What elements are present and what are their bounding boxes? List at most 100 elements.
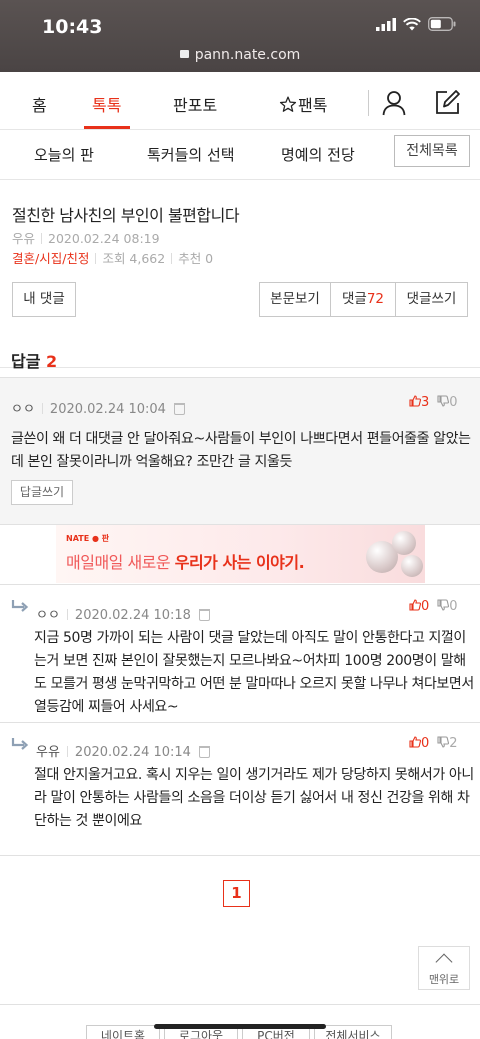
chevron-up-icon: [435, 953, 453, 971]
comment-author[interactable]: ㅇㅇ: [36, 608, 60, 623]
battery-icon: [428, 17, 456, 31]
sub-nav: 오늘의 판 톡커들의 선택 명예의 전당 전체목록: [0, 130, 480, 180]
star-icon: [279, 95, 297, 112]
comment-date: 2020.02.24 10:04: [49, 402, 166, 417]
comment-votes: 00: [409, 599, 458, 614]
comment-date: 2020.02.24 10:18: [74, 608, 191, 623]
subnav-hall-of-fame[interactable]: 명예의 전당: [281, 144, 355, 165]
action-button-row: 내 댓글 본문보기 댓글72 댓글쓰기: [0, 270, 480, 368]
url-bar[interactable]: pann.nate.com: [0, 47, 480, 63]
main-tabs: 홈 톡톡 판포토 팬톡: [0, 72, 480, 130]
ad-text-plain: 매일매일 새로운: [66, 553, 175, 572]
thumbs-up-icon: [409, 395, 422, 407]
article-date: 2020.02.24 08:19: [48, 231, 160, 246]
lock-icon: [179, 50, 189, 58]
thumbs-up-button[interactable]: 3: [409, 395, 429, 410]
tab-home[interactable]: 홈: [32, 92, 47, 116]
status-bar: 10:43 pann.nate.com: [0, 0, 480, 72]
comment-author[interactable]: 우유: [36, 745, 60, 760]
replies-label: 답글: [11, 352, 41, 371]
ad-image[interactable]: NATE ● 판 매일매일 새로운 우리가 사는 이야기.: [56, 525, 425, 583]
thumbs-up-icon: [409, 599, 422, 611]
delete-icon[interactable]: [198, 746, 210, 758]
thumbs-down-icon: [437, 599, 450, 611]
pearl-decoration: [401, 555, 423, 577]
comment-text: 지금 50명 가까이 되는 사람이 댓글 달았는데 아직도 말이 안통한다고 지…: [34, 630, 474, 715]
wifi-icon: [403, 17, 421, 30]
article-meta: 우유 2020.02.24 08:19: [12, 228, 160, 247]
article-title: 절친한 남사친의 부인이 불편합니다: [12, 206, 240, 225]
comments-count: 72: [366, 291, 385, 307]
replies-count: 2: [46, 352, 58, 371]
article-views: 조회 4,662: [102, 251, 166, 266]
all-list-button[interactable]: 전체목록: [394, 135, 470, 167]
ad-text: 매일매일 새로운 우리가 사는 이야기.: [66, 549, 305, 573]
ad-logo: NATE ● 판: [66, 534, 110, 543]
write-comment-button[interactable]: 댓글쓰기: [395, 282, 468, 317]
footer-divider: [0, 1004, 480, 1005]
tab-panphoto[interactable]: 판포토: [173, 92, 217, 116]
comment-text: 절대 안지울거고요. 혹시 지우는 일이 생기거라도 제가 당당하지 못해서가 …: [34, 767, 474, 829]
comments-label: 댓글: [341, 291, 367, 307]
thumbs-down-icon: [437, 395, 450, 407]
subnav-talkers-choice[interactable]: 톡커들의 선택: [147, 144, 235, 165]
view-article-button[interactable]: 본문보기: [259, 282, 331, 317]
reply-write-button[interactable]: 답글쓰기: [11, 480, 73, 505]
thumbs-down-button[interactable]: 2: [437, 736, 458, 751]
thumbs-down-count: 2: [449, 736, 458, 751]
tab-fantalk[interactable]: 팬톡: [279, 92, 327, 116]
article-header: 절친한 남사친의 부인이 불편합니다 우유 2020.02.24 08:19 결혼…: [0, 180, 480, 270]
comment-date: 2020.02.24 10:14: [74, 745, 191, 760]
tab-toktok[interactable]: 톡톡: [92, 92, 121, 116]
article-category[interactable]: 결혼/시집/친정: [12, 251, 89, 266]
thumbs-up-count: 3: [421, 395, 430, 410]
status-icons: [376, 17, 456, 31]
comment-header: 우유 2020.02.24 10:14: [36, 741, 210, 760]
status-time: 10:43: [42, 16, 103, 38]
article-recommend: 추천 0: [178, 251, 214, 266]
thumbs-up-count: 0: [421, 736, 430, 751]
scroll-to-top-button[interactable]: 맨위로: [418, 946, 470, 990]
delete-icon[interactable]: [173, 403, 185, 415]
comment-votes: 02: [409, 736, 458, 751]
comment-parent: ㅇㅇ 2020.02.24 10:04 30 글쓴이 왜 더 대댓글 안 달아줘요…: [0, 377, 480, 524]
comments-button[interactable]: 댓글72: [330, 282, 396, 317]
thumbs-up-count: 0: [421, 599, 430, 614]
write-icon[interactable]: [434, 89, 461, 116]
thumbs-up-icon: [409, 736, 422, 748]
comment-text: 글쓴이 왜 더 대댓글 안 달아줘요~사람들이 부인이 나쁘다면서 편들어줄줄 …: [11, 431, 471, 470]
comment-author[interactable]: ㅇㅇ: [11, 402, 35, 417]
article-author[interactable]: 우유: [12, 231, 35, 246]
tab-fantalk-label: 팬톡: [298, 96, 328, 115]
comment-header: ㅇㅇ 2020.02.24 10:04: [11, 398, 185, 417]
thumbs-down-icon: [437, 736, 450, 748]
scroll-to-top-label: 맨위로: [428, 973, 460, 986]
comment-votes: 30: [409, 395, 458, 410]
article-stats: 결혼/시집/친정 조회 4,662 추천 0: [12, 248, 213, 267]
thumbs-down-count: 0: [449, 395, 458, 410]
ad-banner[interactable]: NATE ● 판 매일매일 새로운 우리가 사는 이야기.: [0, 524, 480, 584]
reply-arrow-icon: [11, 600, 29, 612]
delete-icon[interactable]: [198, 609, 210, 621]
signal-icon: [376, 17, 396, 31]
thumbs-up-button[interactable]: 0: [409, 736, 429, 751]
comment-reply: ㅇㅇ 2020.02.24 10:18 00 지금 50명 가까이 되는 사람이 …: [0, 584, 480, 722]
reply-arrow-icon: [11, 738, 29, 750]
replies-header: 답글 2: [11, 348, 57, 372]
thumbs-down-button[interactable]: 0: [437, 395, 458, 410]
subnav-today[interactable]: 오늘의 판: [34, 144, 94, 165]
active-tab-indicator: [84, 126, 130, 129]
thumbs-down-button[interactable]: 0: [437, 599, 458, 614]
comment-header: ㅇㅇ 2020.02.24 10:18: [36, 604, 210, 623]
pearl-decoration: [392, 531, 416, 555]
thumbs-down-count: 0: [449, 599, 458, 614]
thumbs-up-button[interactable]: 0: [409, 599, 429, 614]
home-indicator: [154, 1024, 326, 1029]
page-current[interactable]: 1: [223, 880, 250, 907]
url-text: pann.nate.com: [194, 47, 301, 63]
ad-text-bold: 우리가 사는 이야기.: [174, 553, 305, 572]
footer-nate-home[interactable]: 네이트홈: [86, 1025, 160, 1039]
user-icon[interactable]: [382, 90, 406, 116]
comment-reply: 우유 2020.02.24 10:14 02 절대 안지울거고요. 혹시 지우는 …: [0, 722, 480, 856]
my-comments-button[interactable]: 내 댓글: [12, 282, 76, 317]
